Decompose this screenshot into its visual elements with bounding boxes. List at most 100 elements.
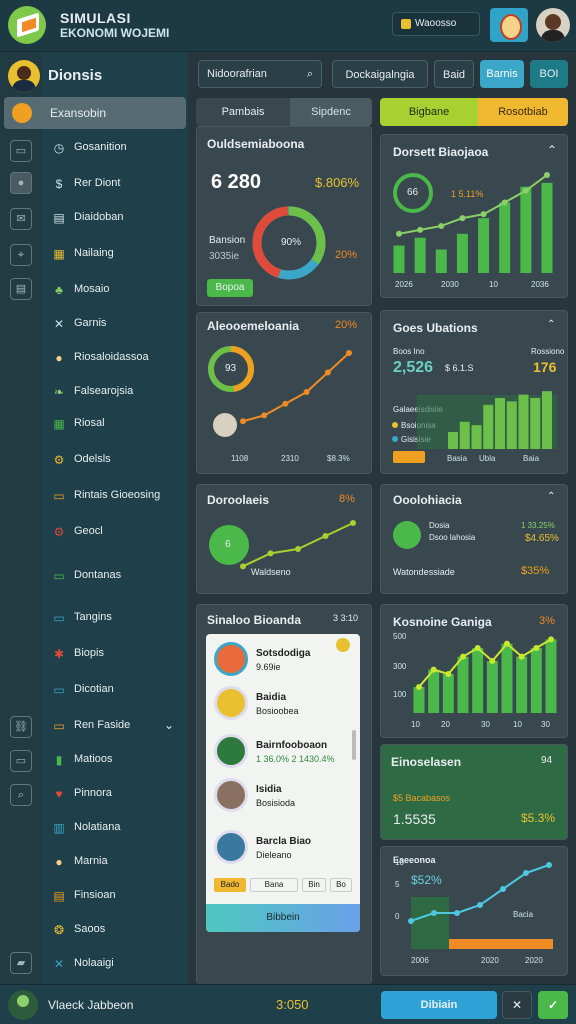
date-button[interactable]: Baid (434, 60, 474, 88)
plant-icon: ♣ (55, 283, 63, 297)
list-item[interactable]: Bairnfooboaon 1 36.0% 2 1430.4% (206, 730, 360, 780)
card-area: Eaeeonoa Bacia 10 5 0 2006 2020 2020 $52% (380, 846, 568, 976)
sidebar-item-active[interactable]: Exansobin (4, 97, 186, 129)
sidebar-item[interactable]: ● Riosaloidassoa (0, 346, 188, 370)
check-icon[interactable]: ✓ (538, 991, 568, 1019)
chip-3[interactable]: Bin (302, 878, 326, 892)
tab-right-b[interactable]: Rosotbiab (478, 98, 568, 126)
rail-user-icon[interactable]: ● (10, 172, 32, 194)
list-item-subtitle: Bosioobea (256, 706, 299, 716)
list-avatar (214, 830, 248, 864)
chip-1[interactable]: Bado (214, 878, 246, 892)
chart-8-point (489, 658, 496, 664)
tab-right-a[interactable]: Bigbane (380, 98, 478, 126)
export-button[interactable]: BOI (530, 60, 568, 88)
sidebar-item-label: Odelsls (74, 453, 111, 465)
table-icon: ▦ (53, 417, 65, 431)
tab-left-a[interactable]: Pambais (196, 98, 290, 126)
tools-icon-2: ✕ (53, 957, 65, 971)
card-line-bar: Dorsett Biaojaoa ⌃ 2026 2030 10 2036 66 1 5… (380, 134, 568, 298)
chart-2-pct: 1 5.11% (451, 189, 484, 199)
tools-icon[interactable]: ✕ (502, 991, 532, 1019)
x-tick: 10 (513, 720, 522, 729)
bottom-primary-button[interactable]: Dibiain (381, 991, 497, 1019)
x-tick: 30 (481, 720, 490, 729)
sidebar-item-label: Ren Faside (74, 719, 131, 731)
list-item[interactable]: Baidia Bosioobea (206, 682, 360, 732)
user-avatar[interactable] (536, 8, 570, 42)
chat-icon: ▭ (53, 569, 65, 583)
chart-icon: ▤ (53, 211, 65, 225)
x-tick: 2030 (441, 280, 459, 289)
primary-button[interactable]: Barnis (480, 60, 524, 88)
right-pct: 20% (335, 249, 358, 261)
doc-icon: ▤ (53, 889, 65, 903)
list-action-button[interactable]: Bibbein (206, 904, 360, 932)
leaf-icon: ❧ (53, 385, 65, 399)
sidebar-item[interactable]: ❧ Falsearojsia (0, 380, 188, 404)
chart-10: Bacia 10 5 0 2006 2020 2020 (395, 858, 553, 965)
sidebar-item[interactable]: ❂ Saoos (0, 918, 188, 942)
app-logo[interactable] (8, 6, 46, 44)
rail-flag-icon[interactable]: ▰ (10, 952, 32, 974)
chip-2[interactable]: Bana (250, 878, 298, 892)
list-item[interactable]: Barcla Biao Dieleano (206, 826, 360, 876)
chart-8-bar (442, 674, 454, 713)
sidebar-item[interactable]: ⚙ Odelsls (0, 448, 188, 472)
sidebar-item-label: Saoos (74, 923, 106, 935)
chart-3-point (282, 400, 289, 407)
sidebar-item[interactable]: ● Marnia (0, 850, 188, 874)
clock-icon: ◷ (53, 141, 65, 155)
monitor-icon: ▭ (53, 683, 65, 697)
x-tick: 2310 (281, 454, 299, 463)
rail-file-icon[interactable]: ▭ (10, 750, 32, 772)
pin-icon: ✱ (53, 647, 65, 661)
sidebar-item[interactable]: ▭ Dontanas (0, 564, 188, 588)
rail-link-icon[interactable]: ⛓ (10, 716, 32, 738)
sidebar-item-label: Dicotian (74, 683, 114, 695)
sidebar-item[interactable]: ✕ Garnis (0, 312, 188, 336)
tab-left-b[interactable]: Sipdenc (290, 98, 372, 126)
trend-label: Waldseno (251, 567, 291, 577)
sidebar-item-label: Garnis (74, 317, 107, 329)
donut-center: 90% (281, 237, 302, 248)
sidebar-item[interactable]: ▭ Tangins (0, 606, 188, 630)
chip-4[interactable]: Bo (330, 878, 352, 892)
sidebar-item[interactable]: ▤ Finsioan (0, 884, 188, 908)
sidebar-item[interactable]: ▥ Nolatiana (0, 816, 188, 840)
chart-4-bar (483, 404, 494, 449)
chart-5-point (295, 546, 301, 552)
bottom-avatar[interactable] (8, 990, 38, 1020)
rail-chat-icon[interactable]: ▭ (10, 140, 32, 162)
sidebar-item[interactable]: ▭ Dicotian (0, 678, 188, 702)
rail-doc-icon[interactable]: ▤ (10, 278, 32, 300)
list-item[interactable]: Sotsdodiga 9.69ie (206, 638, 360, 688)
rail-search-icon[interactable]: ⌕ (10, 784, 32, 806)
sidebar-item[interactable]: ▭ Rintais Gioeosing (0, 484, 188, 508)
filter-button[interactable]: Dockaigalngia (332, 60, 428, 88)
chart-8-bar (457, 656, 469, 713)
list-scrollbar[interactable] (352, 730, 356, 760)
y-tick: 100 (393, 690, 407, 699)
sidebar-item-label: Nolaaigi (74, 957, 114, 969)
chevron-down-icon[interactable]: ⌄ (164, 718, 174, 732)
list-item-subtitle: Bosisioda (256, 798, 296, 808)
search-input[interactable]: Nidoorafrian ⌕ (198, 60, 322, 88)
briefcase-icon: ▭ (53, 611, 65, 625)
sidebar-item[interactable]: ⚙ Geocl (0, 520, 188, 544)
chevron-up-icon[interactable]: ⌃ (547, 491, 555, 502)
stats-icon (393, 521, 421, 549)
card-trend: Doroolaeis 8% 6 Waldseno (196, 484, 372, 594)
top-action-button[interactable]: Waoosso (392, 12, 480, 36)
sidebar-item[interactable]: ✱ Biopis (0, 642, 188, 666)
rail-tag-icon[interactable]: ⌖ (10, 244, 32, 266)
sidebar-item[interactable]: ▦ Riosal (0, 412, 188, 436)
profile-avatar[interactable] (8, 60, 40, 92)
list-item[interactable]: Isidia Bosisioda (206, 774, 360, 824)
chart-8: 500 300 100 10 20 30 10 30 (393, 632, 557, 729)
rail-mail-icon[interactable]: ✉ (10, 208, 32, 230)
status-badge[interactable]: Bopoa (207, 279, 253, 297)
emblem-icon[interactable] (490, 8, 528, 42)
chart-2-bar (456, 233, 468, 273)
card-summary: Ouldsemiaboona 6 280 $.806% Bansion 3035… (196, 126, 372, 306)
